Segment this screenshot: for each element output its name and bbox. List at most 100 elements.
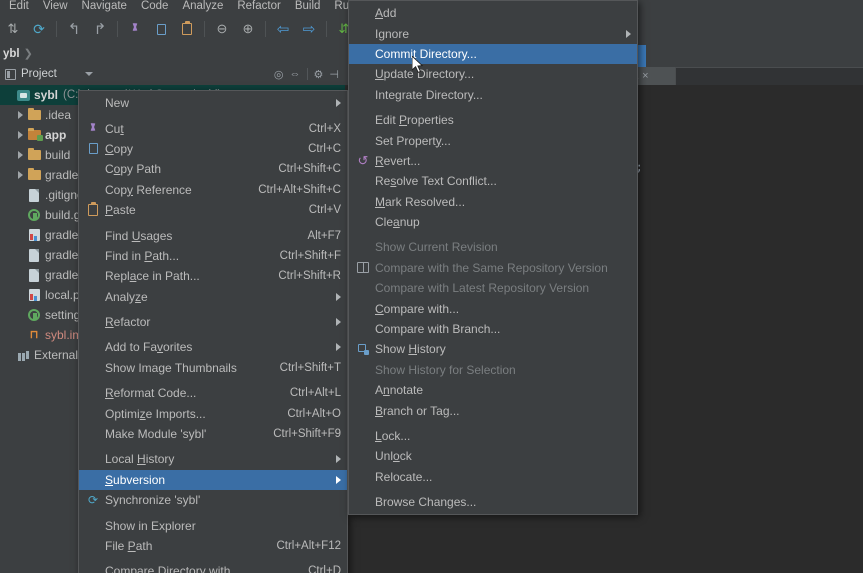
submenu-item-ignore[interactable]: Ignore — [349, 23, 637, 43]
menu-item-label: Replace in Path... — [105, 269, 200, 284]
expand-arrow-icon[interactable] — [14, 131, 26, 139]
redo-icon[interactable]: ↱ — [90, 19, 110, 39]
submenu-item-resolve-text-conflict[interactable]: Resolve Text Conflict... — [349, 171, 637, 191]
cut-icon — [85, 123, 101, 135]
submenu-item-branch-or-tag[interactable]: Branch or Tag... — [349, 400, 637, 420]
menu-item-shortcut: Ctrl+V — [308, 204, 341, 217]
toolbar-divider — [204, 21, 205, 37]
menu-item-copy-path[interactable]: Copy Path Ctrl+Shift+C — [79, 159, 347, 179]
menu-item-label: Optimize Imports... — [105, 406, 206, 421]
menu-item-refactor[interactable]: Refactor — [79, 312, 347, 332]
menu-item-copy-reference[interactable]: Copy Reference Ctrl+Alt+Shift+C — [79, 180, 347, 200]
gradle-icon — [26, 209, 42, 221]
submenu-item-unlock[interactable]: Unlock — [349, 446, 637, 466]
submenu-item-integrate-directory[interactable]: Integrate Directory... — [349, 85, 637, 105]
expand-arrow-icon[interactable] — [14, 151, 26, 159]
menu-bar-item-refactor[interactable]: Refactor — [230, 0, 287, 13]
expand-arrow-icon[interactable] — [14, 171, 26, 179]
submenu-item-revert[interactable]: ↺ Revert... — [349, 151, 637, 171]
forward-icon[interactable]: ⇨ — [299, 19, 319, 39]
cut-icon[interactable] — [125, 19, 145, 39]
menu-bar-item-view[interactable]: View — [36, 0, 75, 13]
submenu-item-edit-properties[interactable]: Edit Properties — [349, 110, 637, 130]
tree-item-label: build — [45, 148, 71, 162]
submenu-item-browse-changes[interactable]: Browse Changes... — [349, 492, 637, 512]
submenu-item-commit-directory[interactable]: Commit Directory... — [349, 43, 637, 65]
menu-item-copy[interactable]: Copy Ctrl+C — [79, 139, 347, 159]
menu-item-analyze[interactable]: Analyze — [79, 287, 347, 307]
folder-icon — [26, 147, 42, 160]
menu-bar-item-navigate[interactable]: Navigate — [75, 0, 134, 13]
menu-item-label: Unlock — [375, 449, 412, 464]
submenu-item-show-history-for-selection[interactable]: Show History for Selection — [349, 360, 637, 380]
submenu-item-annotate[interactable]: Annotate — [349, 380, 637, 400]
zoom-out-icon[interactable]: ⊖ — [212, 19, 232, 39]
submenu-item-compare-with-latest-repository-version[interactable]: Compare with Latest Repository Version — [349, 278, 637, 298]
menu-item-compare-directory-with[interactable]: Compare Directory with... Ctrl+D — [79, 561, 347, 573]
menu-bar-item-edit[interactable]: Edit — [2, 0, 36, 13]
editor-tab-filler — [675, 67, 863, 86]
menu-item-label: Synchronize 'sybl' — [105, 493, 201, 508]
menu-item-file-path[interactable]: File Path Ctrl+Alt+F12 — [79, 536, 347, 556]
close-icon[interactable]: × — [642, 70, 648, 82]
menu-item-replace-in-path[interactable]: Replace in Path... Ctrl+Shift+R — [79, 266, 347, 286]
submenu-item-lock[interactable]: Lock... — [349, 426, 637, 446]
submenu-item-relocate[interactable]: Relocate... — [349, 467, 637, 487]
menu-item-new[interactable]: New — [79, 93, 347, 113]
menu-item-reformat-code[interactable]: Reformat Code... Ctrl+Alt+L — [79, 383, 347, 403]
menu-item-paste[interactable]: Paste Ctrl+V — [79, 200, 347, 220]
zoom-in-icon[interactable]: ⊕ — [238, 19, 258, 39]
submenu-item-add[interactable]: Add — [349, 3, 637, 23]
menu-bar-item-code[interactable]: Code — [134, 0, 176, 13]
external-libraries-icon — [15, 350, 31, 361]
properties-icon — [26, 289, 42, 301]
toolbar-divider — [117, 21, 118, 37]
submenu-item-set-property[interactable]: Set Property... — [349, 130, 637, 150]
menu-item-local-history[interactable]: Local History — [79, 449, 347, 469]
menu-item-label: Show History — [375, 342, 446, 357]
submenu-item-mark-resolved[interactable]: Mark Resolved... — [349, 192, 637, 212]
context-menu[interactable]: New Cut Ctrl+X Copy Ctrl+C Copy Path Ctrl+Shif… — [78, 90, 348, 573]
project-panel-title: Project — [21, 68, 57, 80]
menu-item-shortcut: Ctrl+Shift+F — [279, 249, 341, 262]
menu-item-optimize-imports[interactable]: Optimize Imports... Ctrl+Alt+O — [79, 403, 347, 423]
menu-item-show-in-explorer[interactable]: Show in Explorer — [79, 515, 347, 535]
submenu-item-cleanup[interactable]: Cleanup — [349, 212, 637, 232]
paste-icon[interactable] — [177, 19, 197, 39]
toolbar-divider — [326, 21, 327, 37]
locate-icon[interactable]: ◎ — [274, 68, 284, 81]
menu-item-make-module-sybl[interactable]: Make Module 'sybl' Ctrl+Shift+F9 — [79, 424, 347, 444]
copy-icon[interactable] — [151, 19, 171, 39]
menu-item-find-in-path[interactable]: Find in Path... Ctrl+Shift+F — [79, 246, 347, 266]
breadcrumb-root[interactable]: ybl — [3, 48, 20, 60]
revert-icon: ↺ — [357, 153, 369, 169]
menu-bar-item-analyze[interactable]: Analyze — [175, 0, 230, 13]
collapse-all-icon[interactable]: ⇔ — [290, 68, 301, 80]
menu-item-find-usages[interactable]: Find Usages Alt+F7 — [79, 225, 347, 245]
hide-icon[interactable]: ⊣ — [329, 68, 339, 81]
update-project-icon[interactable]: ⇅ — [3, 19, 23, 39]
subversion-submenu[interactable]: Add Ignore Commit Directory... Update Direc… — [348, 0, 638, 516]
file-icon — [26, 248, 42, 262]
menu-item-synchronize-sybl[interactable]: ⟳ Synchronize 'sybl' — [79, 490, 347, 510]
project-root-icon — [15, 89, 31, 101]
submenu-item-compare-with-the-same-repository-version[interactable]: Compare with the Same Repository Version — [349, 258, 637, 278]
submenu-item-compare-with[interactable]: Compare with... — [349, 298, 637, 318]
menu-item-shortcut: Ctrl+X — [308, 122, 341, 135]
menu-bar-item-build[interactable]: Build — [288, 0, 328, 13]
chevron-down-icon[interactable] — [84, 72, 93, 76]
breadcrumb-separator-icon: ❯ — [23, 48, 33, 60]
gear-icon[interactable]: ⚙ — [314, 68, 324, 81]
submenu-item-compare-with-branch[interactable]: Compare with Branch... — [349, 319, 637, 339]
menu-item-add-to-favorites[interactable]: Add to Favorites — [79, 337, 347, 357]
submenu-item-show-current-revision[interactable]: Show Current Revision — [349, 237, 637, 257]
expand-arrow-icon[interactable] — [14, 111, 26, 119]
back-icon[interactable]: ⇦ — [273, 19, 293, 39]
undo-icon[interactable]: ↰ — [64, 19, 84, 39]
sync-icon[interactable]: ⟳ — [29, 19, 49, 39]
submenu-item-update-directory[interactable]: Update Directory... — [349, 64, 637, 84]
menu-item-show-image-thumbnails[interactable]: Show Image Thumbnails Ctrl+Shift+T — [79, 358, 347, 378]
menu-item-cut[interactable]: Cut Ctrl+X — [79, 118, 347, 138]
submenu-item-show-history[interactable]: Show History — [349, 339, 637, 359]
menu-item-subversion[interactable]: Subversion — [79, 469, 347, 491]
